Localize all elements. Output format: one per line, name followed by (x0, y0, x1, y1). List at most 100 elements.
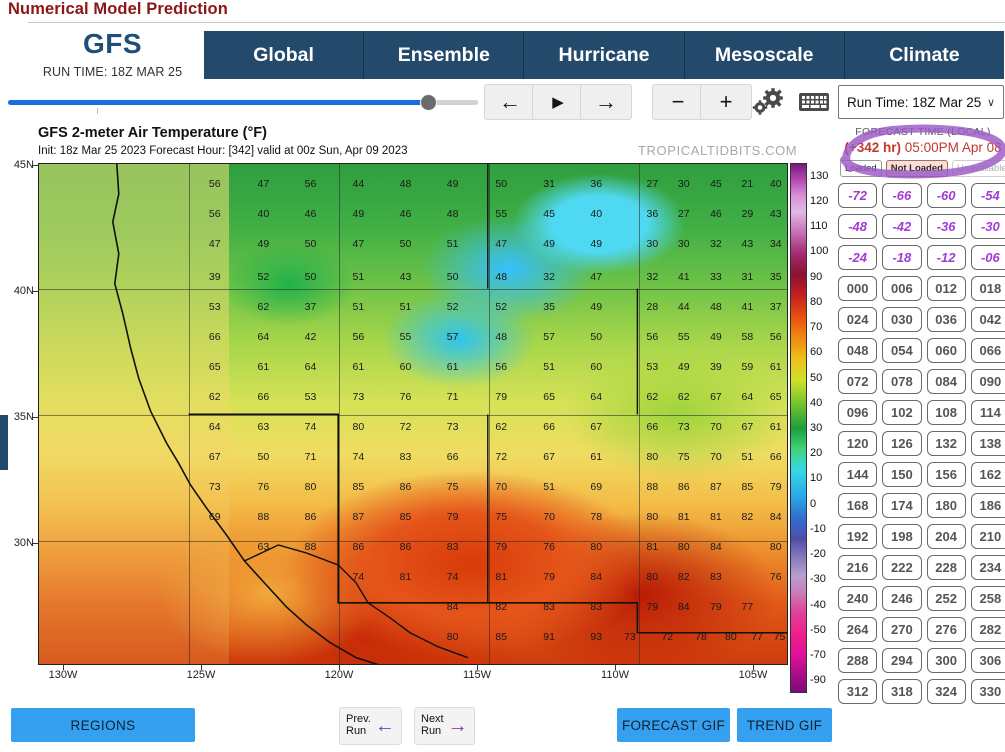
forecast-hour-button[interactable]: -06 (970, 245, 1005, 270)
gear-icon[interactable] (748, 84, 788, 120)
forecast-hour-button[interactable]: 054 (882, 338, 922, 363)
forecast-hour-button[interactable]: 300 (926, 648, 966, 673)
forecast-hour-button[interactable]: 174 (882, 493, 922, 518)
step-forward-button[interactable]: → (580, 84, 632, 120)
forecast-hour-button[interactable]: 330 (970, 679, 1005, 704)
forecast-hour-button[interactable]: 072 (838, 369, 878, 394)
forecast-hour-button[interactable]: -18 (882, 245, 922, 270)
forecast-hour-button[interactable]: 138 (970, 431, 1005, 456)
forecast-hour-button[interactable]: 018 (970, 276, 1005, 301)
forecast-hour-button[interactable]: -60 (926, 183, 966, 208)
forecast-hour-button[interactable]: 168 (838, 493, 878, 518)
forecast-hour-button[interactable]: 000 (838, 276, 878, 301)
forecast-hour-button[interactable]: 150 (882, 462, 922, 487)
forecast-gif-button[interactable]: FORECAST GIF (617, 708, 730, 742)
play-button[interactable]: ▶ (532, 84, 584, 120)
zoom-out-button[interactable]: − (652, 84, 704, 120)
forecast-hour-button[interactable]: 264 (838, 617, 878, 642)
map-panel: GFS 2-meter Air Temperature (°F) Init: 1… (8, 123, 828, 703)
forecast-hour-button[interactable]: 192 (838, 524, 878, 549)
forecast-hour-button[interactable]: 240 (838, 586, 878, 611)
legend-loaded[interactable]: Loaded (840, 160, 882, 177)
forecast-hour-button[interactable]: 216 (838, 555, 878, 580)
forecast-hour-button[interactable]: 228 (926, 555, 966, 580)
forecast-hour-button[interactable]: 114 (970, 400, 1005, 425)
forecast-hour-button[interactable]: 186 (970, 493, 1005, 518)
forecast-hour-button[interactable]: 066 (970, 338, 1005, 363)
step-back-button[interactable]: ← (484, 84, 536, 120)
forecast-hour-button[interactable]: 270 (882, 617, 922, 642)
forecast-hour-button[interactable]: 312 (838, 679, 878, 704)
forecast-hour-button[interactable]: 252 (926, 586, 966, 611)
forecast-hour-button[interactable]: 108 (926, 400, 966, 425)
forecast-hour-button[interactable]: 090 (970, 369, 1005, 394)
frame-slider[interactable] (8, 92, 478, 114)
forecast-hour-button[interactable]: 078 (882, 369, 922, 394)
next-run-button[interactable]: Next Run → (414, 707, 475, 745)
forecast-hour-button[interactable]: 120 (838, 431, 878, 456)
forecast-hour-button[interactable]: 012 (926, 276, 966, 301)
forecast-hour-button[interactable]: 198 (882, 524, 922, 549)
run-time-select[interactable]: Run Time: 18Z Mar 25 ∨ (838, 85, 1004, 119)
forecast-hour-button[interactable]: 282 (970, 617, 1005, 642)
forecast-hour-button[interactable]: 246 (882, 586, 922, 611)
forecast-hour-button[interactable]: 042 (970, 307, 1005, 332)
colorbar-tick: 40 (810, 396, 823, 409)
forecast-hour-button[interactable]: -42 (882, 214, 922, 239)
tab-hurricane[interactable]: Hurricane (524, 31, 685, 79)
longitude-label: 110W (601, 669, 629, 681)
trend-gif-button[interactable]: TREND GIF (737, 708, 832, 742)
forecast-hour-button[interactable]: 144 (838, 462, 878, 487)
legend-not-loaded[interactable]: Not Loaded (885, 160, 948, 177)
forecast-hour-button[interactable]: 096 (838, 400, 878, 425)
forecast-hour-button[interactable]: -54 (970, 183, 1005, 208)
longitude-label: 125W (186, 669, 216, 681)
forecast-hour-button[interactable]: 180 (926, 493, 966, 518)
map-canvas[interactable]: 56 47 56 44 48 49 50 31 36 27 30 45 21 40 56 40 46 49 46 48… (38, 163, 788, 665)
forecast-hour-button[interactable]: 102 (882, 400, 922, 425)
forecast-hour-button[interactable]: -12 (926, 245, 966, 270)
forecast-hour-button[interactable]: 156 (926, 462, 966, 487)
zoom-in-button[interactable]: + (700, 84, 752, 120)
forecast-hour-button[interactable]: 048 (838, 338, 878, 363)
forecast-hour-button[interactable]: 324 (926, 679, 966, 704)
forecast-hour-button[interactable]: 006 (882, 276, 922, 301)
forecast-hour-button[interactable]: 222 (882, 555, 922, 580)
forecast-hour-button[interactable]: 294 (882, 648, 922, 673)
tab-ensemble[interactable]: Ensemble (364, 31, 525, 79)
legend-unavailable[interactable]: Unavailable (951, 160, 1005, 177)
forecast-hour-button[interactable]: 234 (970, 555, 1005, 580)
forecast-hour-button[interactable]: 024 (838, 307, 878, 332)
forecast-hour-button[interactable]: 276 (926, 617, 966, 642)
side-panel-tab[interactable] (0, 415, 8, 470)
forecast-hour-button[interactable]: 060 (926, 338, 966, 363)
forecast-hour-button[interactable]: 204 (926, 524, 966, 549)
forecast-hour-button[interactable]: -24 (838, 245, 878, 270)
tab-global[interactable]: Global (204, 31, 365, 79)
forecast-hour-button[interactable]: 030 (882, 307, 922, 332)
forecast-hour-button[interactable]: 210 (970, 524, 1005, 549)
tab-mesoscale[interactable]: Mesoscale (685, 31, 845, 79)
forecast-hour-button[interactable]: -48 (838, 214, 878, 239)
forecast-hour-button[interactable]: 318 (882, 679, 922, 704)
forecast-hour-button[interactable]: 084 (926, 369, 966, 394)
prev-run-button[interactable]: Prev. Run ← (339, 707, 402, 745)
forecast-hour-button[interactable]: -66 (882, 183, 922, 208)
forecast-hour-button[interactable]: 306 (970, 648, 1005, 673)
forecast-hour-button[interactable]: 258 (970, 586, 1005, 611)
colorbar-tick: -70 (810, 649, 826, 662)
title-divider (28, 22, 1005, 23)
forecast-hour-button[interactable]: -30 (970, 214, 1005, 239)
forecast-hour-button[interactable]: 132 (926, 431, 966, 456)
keyboard-icon[interactable] (796, 86, 832, 118)
forecast-hour-button[interactable]: 162 (970, 462, 1005, 487)
forecast-hour-button[interactable]: -36 (926, 214, 966, 239)
forecast-hour-button[interactable]: 036 (926, 307, 966, 332)
regions-button[interactable]: REGIONS (11, 708, 195, 742)
slider-thumb[interactable] (420, 94, 437, 111)
forecast-hour-button[interactable]: 126 (882, 431, 922, 456)
tab-climate[interactable]: Climate (845, 31, 1004, 79)
forecast-hour-button[interactable]: 288 (838, 648, 878, 673)
grid-line (39, 289, 787, 290)
forecast-hour-button[interactable]: -72 (838, 183, 878, 208)
